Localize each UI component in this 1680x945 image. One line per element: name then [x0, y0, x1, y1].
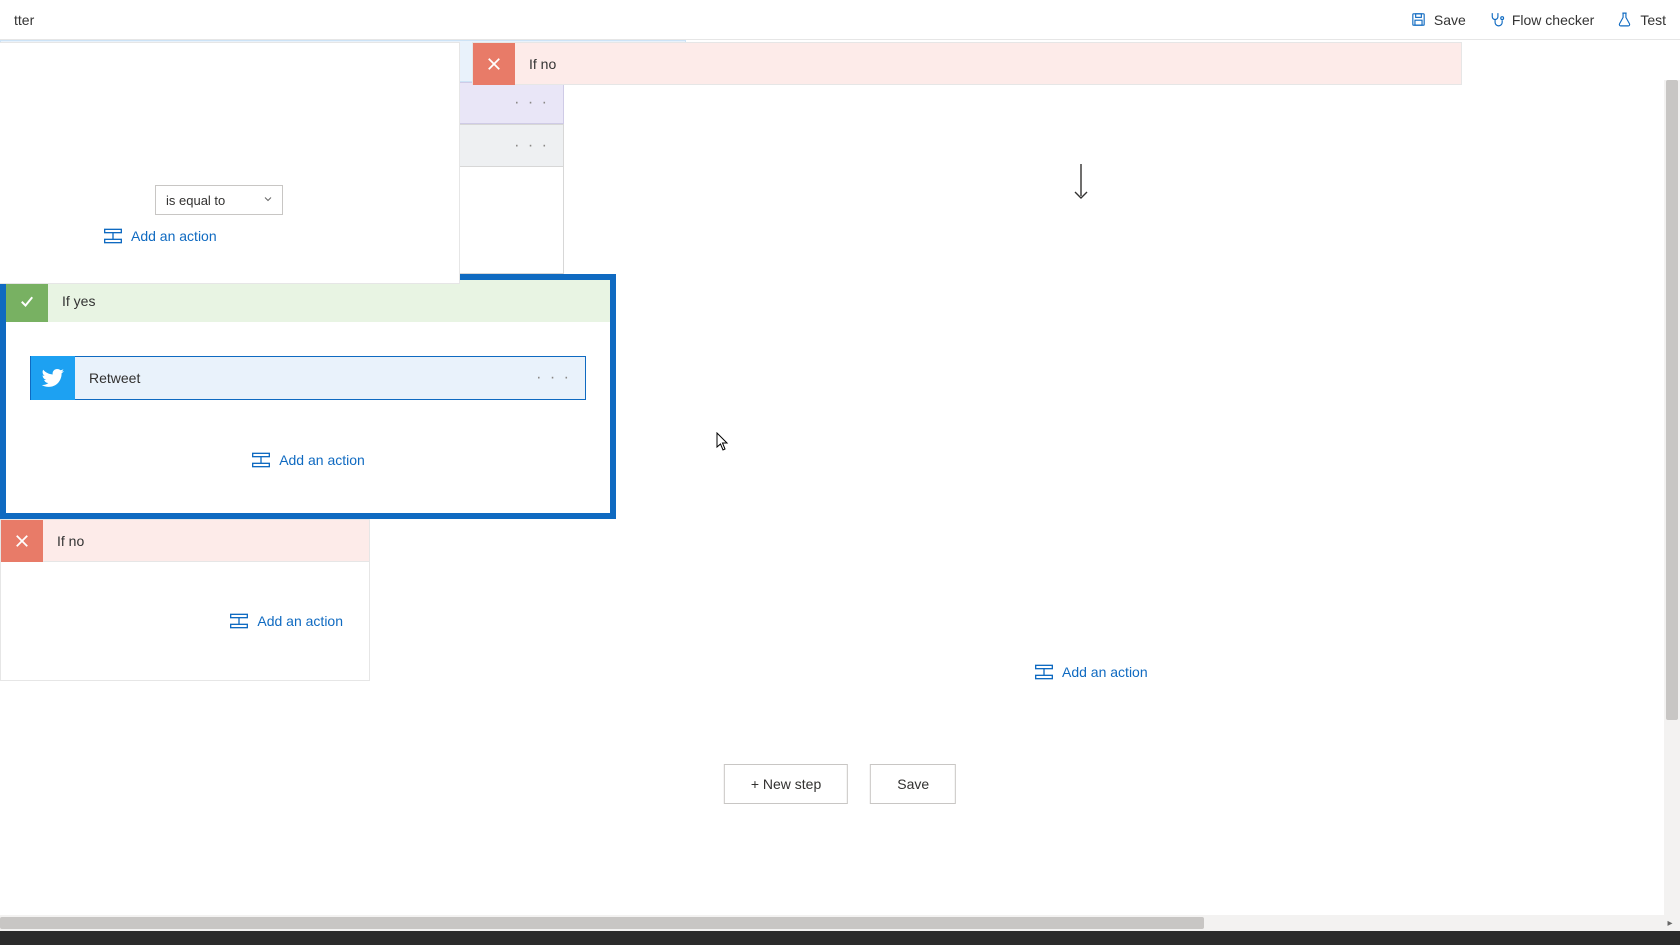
- footer-save-button[interactable]: Save: [870, 764, 956, 804]
- left-add-action-label: Add an action: [131, 228, 217, 244]
- outer-add-action[interactable]: Add an action: [1034, 664, 1148, 685]
- operator-label: is equal to: [166, 193, 225, 208]
- if-no-panel[interactable]: If no Add an action: [0, 519, 370, 681]
- more-icon[interactable]: · · ·: [522, 369, 585, 387]
- if-yes-add-action[interactable]: Add an action: [251, 452, 365, 468]
- connector-arrow: [1080, 164, 1082, 202]
- left-add-action[interactable]: Add an action: [103, 228, 217, 249]
- top-toolbar: tter Save Flow checker Test: [0, 0, 1680, 40]
- insert-step-icon: [1034, 664, 1054, 680]
- bottom-strip: [0, 931, 1680, 945]
- horizontal-scrollbar[interactable]: ▸: [0, 915, 1680, 931]
- if-no-add-action-label: Add an action: [257, 613, 343, 629]
- retweet-title: Retweet: [75, 370, 522, 386]
- more-icon[interactable]: · · ·: [500, 137, 563, 155]
- cursor-icon: [716, 432, 730, 452]
- condition-operator-select[interactable]: is equal to: [155, 185, 283, 215]
- vertical-scrollbar[interactable]: [1664, 80, 1680, 915]
- scrollbar-thumb[interactable]: [1666, 80, 1678, 720]
- flask-icon: [1616, 11, 1633, 28]
- if-no-add-action[interactable]: Add an action: [229, 613, 343, 629]
- test-button[interactable]: Test: [1616, 11, 1666, 28]
- footer-save-label: Save: [897, 776, 929, 792]
- if-yes-title: If yes: [48, 293, 95, 309]
- if-yes-add-action-label: Add an action: [279, 452, 365, 468]
- flow-title: tter: [14, 12, 1410, 28]
- if-no-outer-panel: If no: [472, 42, 1462, 85]
- outer-add-action-label: Add an action: [1062, 664, 1148, 680]
- if-no-outer-title: If no: [515, 56, 556, 72]
- scroll-right-icon[interactable]: ▸: [1662, 915, 1678, 931]
- stethoscope-icon: [1488, 11, 1505, 28]
- cross-icon: [473, 43, 515, 85]
- scrollbar-thumb[interactable]: [0, 917, 1204, 929]
- insert-step-icon: [251, 452, 271, 468]
- chevron-down-icon: [262, 193, 274, 208]
- check-icon: [6, 280, 48, 322]
- if-yes-panel[interactable]: If yes Retweet · · · Add an action: [0, 274, 616, 519]
- twitter-icon: [31, 356, 75, 400]
- save-button[interactable]: Save: [1410, 11, 1466, 28]
- flow-checker-button[interactable]: Flow checker: [1488, 11, 1594, 28]
- insert-step-icon: [229, 613, 249, 629]
- new-step-label: + New step: [751, 776, 821, 792]
- if-no-title: If no: [43, 533, 84, 549]
- flow-canvas[interactable]: d · · · Add an action If no Start a: [0, 40, 1680, 945]
- more-icon[interactable]: · · ·: [500, 94, 563, 112]
- flow-checker-label: Flow checker: [1512, 12, 1594, 28]
- new-step-button[interactable]: + New step: [724, 764, 848, 804]
- cross-icon: [1, 520, 43, 562]
- insert-step-icon: [103, 228, 123, 244]
- left-branch-panel: [0, 42, 460, 284]
- save-label: Save: [1434, 12, 1466, 28]
- save-icon: [1410, 11, 1427, 28]
- test-label: Test: [1640, 12, 1666, 28]
- retweet-card[interactable]: Retweet · · ·: [30, 356, 586, 400]
